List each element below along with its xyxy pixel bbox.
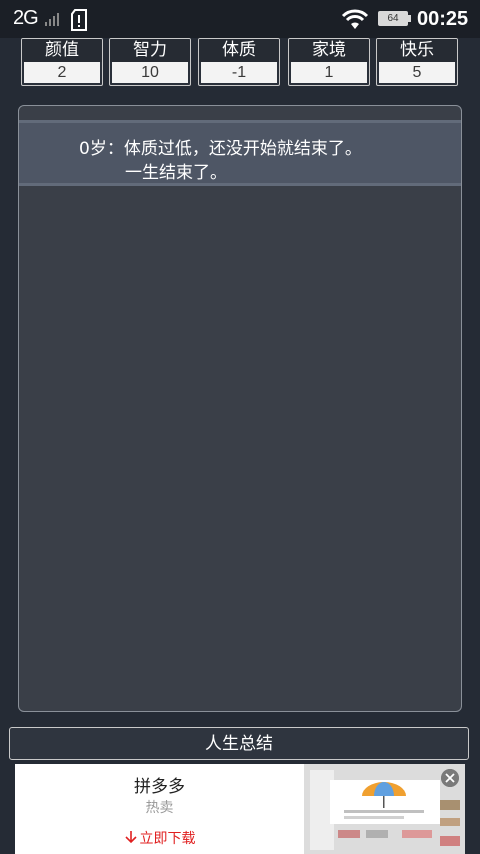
status-bar: 2G 64 00:25 bbox=[0, 0, 480, 38]
stat-value: 2 bbox=[24, 62, 100, 83]
clock: 00:25 bbox=[417, 8, 469, 30]
stat-family-wealth: 家境 1 bbox=[288, 38, 370, 86]
ad-download-button[interactable]: 立即下载 bbox=[15, 828, 304, 848]
close-icon[interactable] bbox=[441, 769, 459, 787]
stat-label: 体质 bbox=[199, 39, 279, 62]
network-type: 2G bbox=[13, 7, 39, 29]
life-log-panel[interactable]: 0岁：体质过低，还没开始就结束了。 一生结束了。 bbox=[18, 105, 462, 712]
life-summary-button[interactable]: 人生总结 bbox=[9, 727, 469, 760]
stat-happiness: 快乐 5 bbox=[376, 38, 458, 86]
ad-banner[interactable]: 拼多多 热卖 立即下载 bbox=[15, 764, 465, 854]
log-entry-text: 一生结束了。 bbox=[125, 163, 227, 183]
stat-label: 快乐 bbox=[377, 39, 457, 62]
wifi-icon bbox=[341, 9, 369, 29]
download-arrow-icon bbox=[124, 831, 137, 844]
signal-icon bbox=[45, 13, 59, 26]
stat-label: 家境 bbox=[289, 39, 369, 62]
ad-subtitle: 热卖 bbox=[145, 800, 174, 816]
sim-alert-icon bbox=[71, 9, 87, 31]
stat-value: 5 bbox=[379, 62, 455, 83]
stat-label: 智力 bbox=[110, 39, 190, 62]
ad-cta-label: 立即下载 bbox=[139, 831, 196, 847]
stat-constitution: 体质 -1 bbox=[198, 38, 280, 86]
stat-label: 颜值 bbox=[22, 39, 102, 62]
battery-icon: 64 bbox=[378, 11, 411, 26]
ad-title: 拼多多 bbox=[134, 777, 185, 797]
stat-value: 10 bbox=[112, 62, 188, 83]
log-entry: 0岁：体质过低，还没开始就结束了。 一生结束了。 bbox=[19, 120, 461, 186]
stat-value: -1 bbox=[201, 62, 277, 83]
stat-intelligence: 智力 10 bbox=[109, 38, 191, 86]
log-entry-text: 0岁：体质过低，还没开始就结束了。 bbox=[79, 139, 362, 159]
stat-value: 1 bbox=[291, 62, 367, 83]
stat-appearance: 颜值 2 bbox=[21, 38, 103, 86]
